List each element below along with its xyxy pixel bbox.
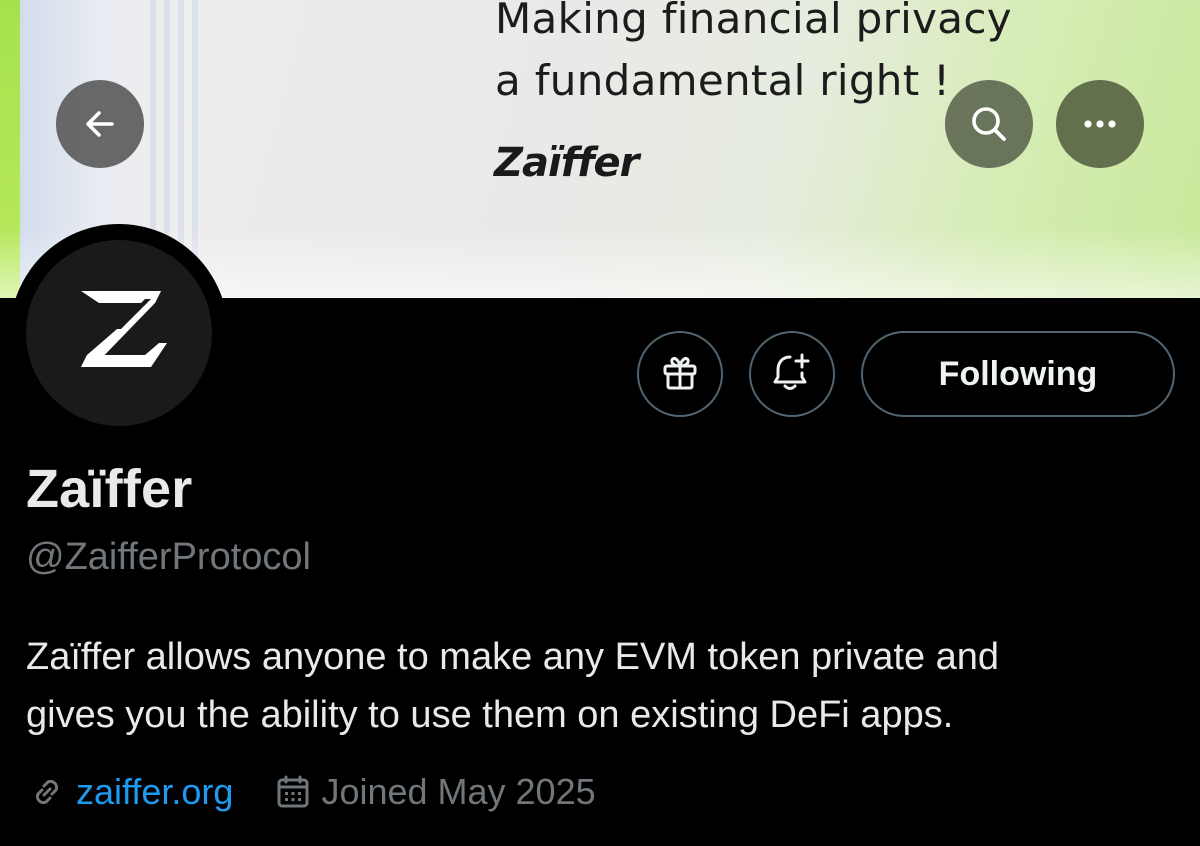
profile-bio: Zaïffer allows anyone to make any EVM to… [26, 636, 1000, 736]
profile-meta-row: zaiffer.org Joined May 2025 [28, 766, 596, 818]
link-icon [28, 773, 66, 811]
more-options-button[interactable] [1056, 80, 1144, 168]
search-button[interactable] [945, 80, 1033, 168]
joined-date: Joined May 2025 [321, 771, 596, 812]
website-item: zaiffer.org [28, 771, 233, 813]
gift-icon [658, 350, 702, 399]
website-link[interactable]: zaiffer.org [76, 771, 233, 813]
bell-plus-icon [769, 349, 815, 400]
zaiffer-logo-icon [71, 283, 167, 384]
arrow-left-icon [80, 104, 120, 144]
search-icon [967, 102, 1011, 146]
back-button[interactable] [56, 80, 144, 168]
profile-display-name: Zaïffer [26, 459, 193, 519]
banner-logo: Zaïffer [494, 140, 639, 186]
joined-item: Joined May 2025 [275, 771, 596, 813]
avatar[interactable] [10, 224, 228, 442]
profile-page: Making financial privacy a fundamental r… [0, 0, 1200, 846]
banner-headline: Making financial privacy a fundamental r… [495, 0, 1012, 105]
more-horizontal-icon [1080, 118, 1120, 130]
calendar-icon [275, 774, 311, 810]
notifications-button[interactable] [749, 331, 835, 417]
avatar-image [26, 240, 212, 426]
gift-button[interactable] [637, 331, 723, 417]
profile-handle: @ZaifferProtocol [26, 536, 311, 578]
following-button[interactable]: Following [861, 331, 1175, 417]
